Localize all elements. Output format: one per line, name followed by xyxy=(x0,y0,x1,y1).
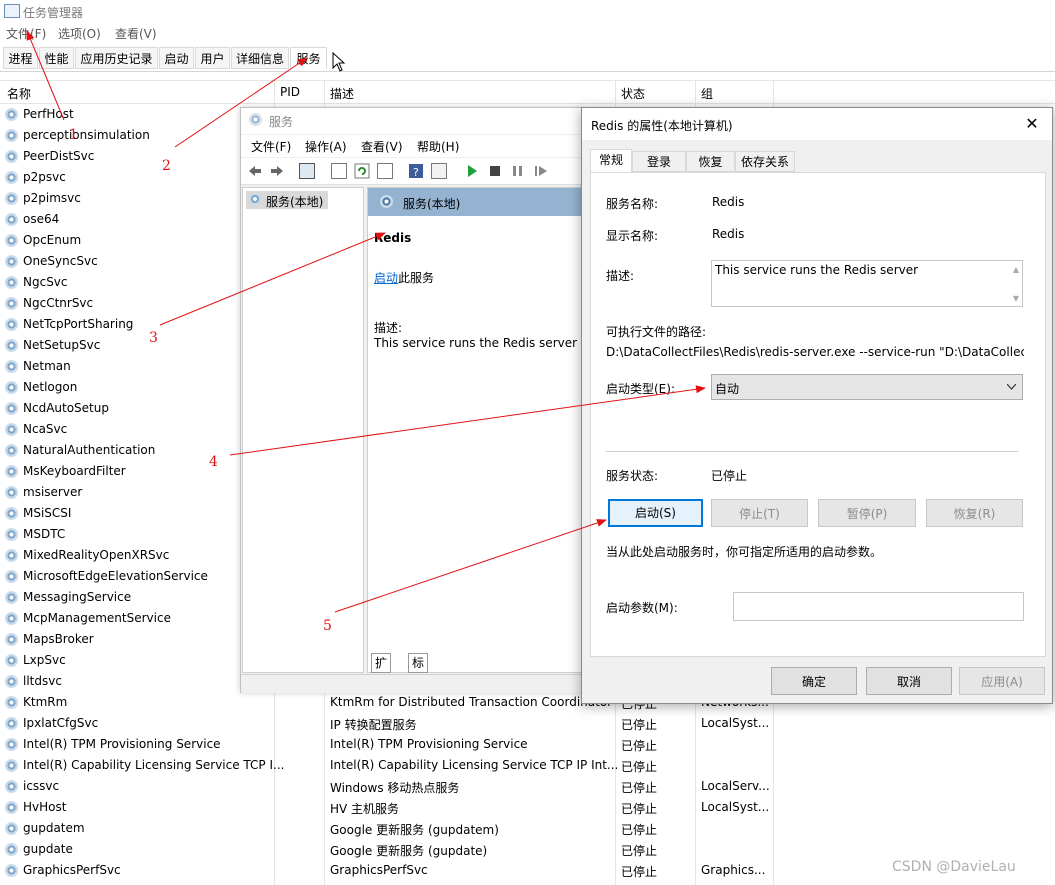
annotation-label-1: 1 xyxy=(69,127,78,143)
annotation-arrow-4 xyxy=(229,385,706,456)
annotation-label-3: 3 xyxy=(149,330,158,346)
annotation-label-4: 4 xyxy=(209,454,218,470)
annotation-arrow-3 xyxy=(159,232,386,326)
annotation-label-5: 5 xyxy=(323,618,332,634)
watermark: CSDN @DavieLau xyxy=(892,859,1016,875)
annotation-arrow-2 xyxy=(174,57,308,148)
annotation-arrows xyxy=(26,30,706,613)
annotation-arrow-5 xyxy=(334,519,607,613)
annotation-label-2: 2 xyxy=(162,158,171,174)
annotation-arrow-1 xyxy=(26,30,65,121)
